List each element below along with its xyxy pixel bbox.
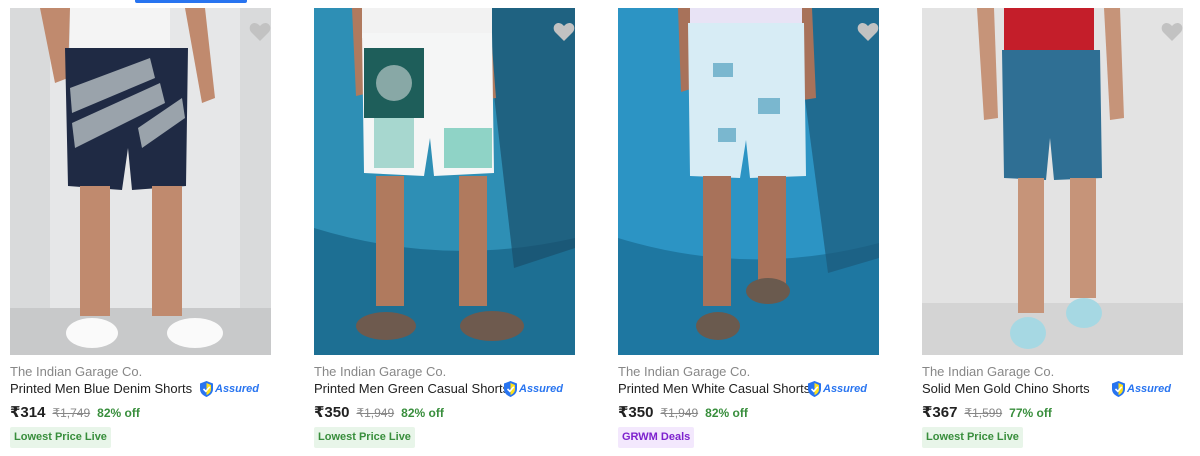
product-grid: The Indian Garage Co. Printed Men Blue D… [0,0,1200,456]
offer-tag: GRWM Deals [618,427,695,448]
selling-price: ₹314 [10,404,46,421]
assured-label: Assured [1127,383,1172,395]
product-brand: The Indian Garage Co. [314,364,447,379]
price-row: ₹350 ₹1,949 82% off [618,403,748,421]
product-title[interactable]: Printed Men White Casual Shorts [618,381,810,396]
wishlist-heart-icon[interactable] [248,20,272,44]
original-price: ₹1,949 [356,406,395,420]
assured-label: Assured [823,383,868,395]
product-image[interactable] [10,8,271,355]
assured-label: Assured [519,383,564,395]
selling-price: ₹350 [618,404,654,421]
product-title[interactable]: Solid Men Gold Chino Shorts [922,381,1090,396]
price-row: ₹367 ₹1,599 77% off [922,403,1052,421]
selling-price: ₹350 [314,404,350,421]
assured-badge: Assured [200,380,259,398]
product-card[interactable]: The Indian Garage Co. Solid Men Gold Chi… [912,0,1200,456]
product-image[interactable] [922,8,1183,355]
shield-icon [200,381,213,397]
offer-tag: Lowest Price Live [314,427,415,448]
original-price: ₹1,949 [660,406,699,420]
assured-badge: Assured [808,380,867,398]
product-brand: The Indian Garage Co. [10,364,143,379]
product-card[interactable]: The Indian Garage Co. Printed Men White … [608,0,900,456]
original-price: ₹1,749 [52,406,91,420]
product-brand: The Indian Garage Co. [922,364,1055,379]
discount-percent: 82% off [401,406,444,420]
price-row: ₹350 ₹1,949 82% off [314,403,444,421]
price-row: ₹314 ₹1,749 82% off [10,403,140,421]
shield-icon [504,381,517,397]
offer-tag: Lowest Price Live [922,427,1023,448]
assured-label: Assured [215,383,260,395]
wishlist-heart-icon[interactable] [856,20,880,44]
discount-percent: 82% off [705,406,748,420]
product-image[interactable] [314,8,575,355]
wishlist-heart-icon[interactable] [1160,20,1184,44]
product-card[interactable]: The Indian Garage Co. Printed Men Blue D… [0,0,292,456]
product-title[interactable]: Printed Men Blue Denim Shorts [10,381,192,396]
assured-badge: Assured [504,380,563,398]
shield-icon [808,381,821,397]
product-card[interactable]: The Indian Garage Co. Printed Men Green … [304,0,596,456]
wishlist-heart-icon[interactable] [552,20,576,44]
discount-percent: 77% off [1009,406,1052,420]
discount-percent: 82% off [97,406,140,420]
product-title[interactable]: Printed Men Green Casual Shorts [314,381,509,396]
original-price: ₹1,599 [964,406,1003,420]
product-brand: The Indian Garage Co. [618,364,751,379]
selling-price: ₹367 [922,404,958,421]
offer-tag: Lowest Price Live [10,427,111,448]
product-image[interactable] [618,8,879,355]
assured-badge: Assured [1112,380,1171,398]
shield-icon [1112,381,1125,397]
